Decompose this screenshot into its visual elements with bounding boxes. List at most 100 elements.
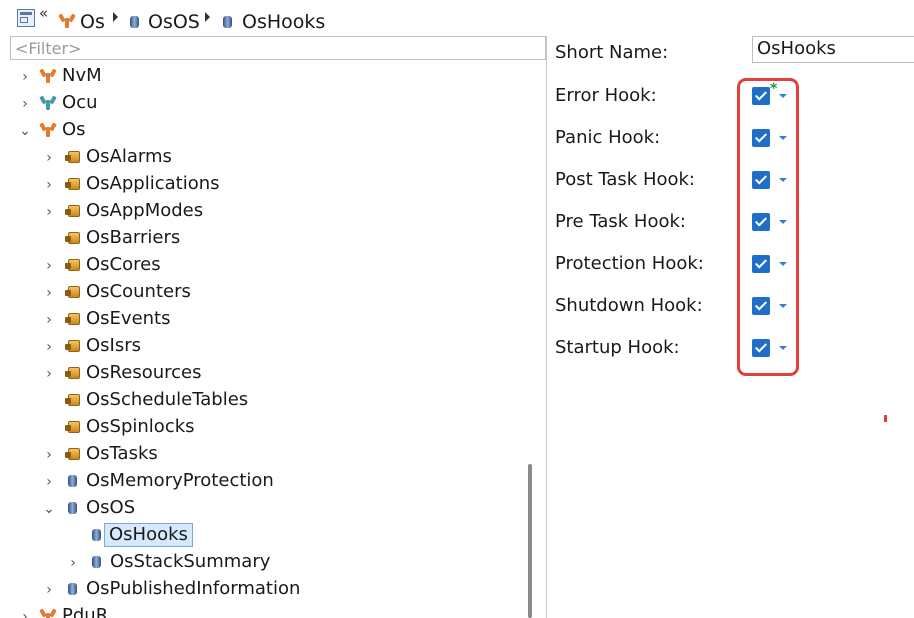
container-icon: [65, 205, 80, 217]
chevron-right-icon[interactable]: ›: [42, 579, 56, 601]
tree-item[interactable]: › Ocu: [10, 91, 530, 118]
config-tree: › NvM › Ocu ⌄ Os › OsAlarms › OsApplications › OsAp…: [10, 64, 534, 618]
tree-item-label: NvM: [62, 65, 102, 86]
tree-item-label: OsResources: [86, 362, 202, 383]
tree-item-label: OsAppModes: [86, 200, 204, 221]
chevron-right-icon[interactable]: ›: [18, 93, 32, 115]
tree-item-label: OsCounters: [86, 281, 191, 302]
tree-item[interactable]: OsHooks: [10, 523, 530, 550]
chevron-down-icon[interactable]: ⌄: [18, 120, 32, 142]
annotation-mark: [884, 415, 887, 422]
breadcrumb-back-icon[interactable]: «: [39, 4, 48, 22]
tree-item-label: OsIsrs: [86, 335, 142, 356]
chevron-right-icon[interactable]: ›: [42, 174, 56, 196]
hook-label: Post Task Hook:: [555, 169, 696, 190]
chevron-right-icon[interactable]: ›: [42, 309, 56, 331]
chevron-right-icon[interactable]: ›: [42, 444, 56, 466]
tree-panel: <Filter> › NvM › Ocu ⌄ Os › OsAlarms › OsApplicat…: [10, 36, 547, 618]
chevron-right-icon[interactable]: ›: [42, 282, 56, 304]
filter-input[interactable]: <Filter>: [10, 36, 546, 60]
hook-label: Shutdown Hook:: [555, 295, 703, 316]
breadcrumb-separator-icon[interactable]: [113, 12, 118, 22]
tree-item-label: OsScheduleTables: [86, 389, 249, 410]
tree-item-label: OsApplications: [86, 173, 220, 194]
tree-item[interactable]: › OsTasks: [10, 442, 530, 469]
container-icon: [65, 421, 80, 433]
tree-item[interactable]: › OsEvents: [10, 307, 530, 334]
tree-item-label: OsStackSummary: [110, 551, 271, 572]
chevron-right-icon[interactable]: ›: [42, 336, 56, 358]
container-icon: [65, 394, 80, 406]
tree-item-label: OsPublishedInformation: [86, 578, 301, 599]
tree-item[interactable]: › OsAppModes: [10, 199, 530, 226]
hook-label: Startup Hook:: [555, 337, 680, 358]
container-icon: [65, 286, 80, 298]
tree-item[interactable]: › OsCores: [10, 253, 530, 280]
tree-item-label: Os: [62, 119, 86, 140]
tree-item[interactable]: OsScheduleTables: [10, 388, 530, 415]
breadcrumb-item-oshooks[interactable]: OsHooks: [242, 10, 325, 34]
cylinder-icon: [223, 16, 232, 28]
tree-item[interactable]: › OsApplications: [10, 172, 530, 199]
hook-label: Protection Hook:: [555, 253, 704, 274]
annotation-highlight-box: [737, 78, 799, 376]
chevron-right-icon[interactable]: ›: [42, 255, 56, 277]
chevron-right-icon[interactable]: ›: [18, 606, 32, 618]
chevron-right-icon[interactable]: ›: [66, 552, 80, 574]
module-icon: [58, 13, 76, 28]
breadcrumb: « Os OsOS OsHooks: [0, 0, 914, 36]
breadcrumb-separator-icon[interactable]: [205, 12, 210, 22]
tree-item[interactable]: › OsStackSummary: [10, 550, 530, 577]
tree-item-label: OsAlarms: [86, 146, 172, 167]
hook-label: Pre Task Hook:: [555, 211, 686, 232]
container-icon: [65, 340, 80, 352]
tree-item[interactable]: › PduR: [10, 604, 530, 618]
editor-view-icon[interactable]: [17, 9, 35, 27]
chevron-right-icon[interactable]: ›: [42, 471, 56, 493]
module-icon: [39, 95, 57, 110]
hook-label: Panic Hook:: [555, 127, 661, 148]
tree-item-label: Ocu: [62, 92, 98, 113]
tree-item[interactable]: OsBarriers: [10, 226, 530, 253]
tree-item[interactable]: › OsResources: [10, 361, 530, 388]
tree-item[interactable]: ⌄ OsOS: [10, 496, 530, 523]
chevron-right-icon[interactable]: ›: [42, 147, 56, 169]
breadcrumb-item-os[interactable]: Os: [80, 10, 105, 34]
chevron-down-icon[interactable]: ⌄: [42, 498, 56, 520]
chevron-right-icon[interactable]: ›: [42, 363, 56, 385]
tree-item[interactable]: › OsMemoryProtection: [10, 469, 530, 496]
tree-scrollbar[interactable]: [528, 464, 532, 618]
container-icon: [65, 259, 80, 271]
tree-item-label: OsBarriers: [86, 227, 181, 248]
tree-item[interactable]: › OsPublishedInformation: [10, 577, 530, 604]
container-icon: [65, 367, 80, 379]
module-icon: [39, 122, 57, 137]
container-icon: [65, 151, 80, 163]
cylinder-icon: [68, 475, 77, 487]
chevron-right-icon[interactable]: ›: [42, 201, 56, 223]
cylinder-icon: [92, 529, 101, 541]
tree-item-label: OsSpinlocks: [86, 416, 195, 437]
tree-item[interactable]: › OsCounters: [10, 280, 530, 307]
short-name-label: Short Name:: [555, 42, 669, 63]
tree-item[interactable]: › OsAlarms: [10, 145, 530, 172]
tree-item-label: PduR: [62, 605, 109, 618]
cylinder-icon: [92, 556, 101, 568]
container-icon: [65, 178, 80, 190]
container-icon: [65, 313, 80, 325]
tree-item-label: OsMemoryProtection: [86, 470, 274, 491]
module-icon: [39, 608, 57, 618]
tree-item-label: OsOS: [86, 497, 136, 518]
tree-item[interactable]: › NvM: [10, 64, 530, 91]
tree-item[interactable]: ⌄ Os: [10, 118, 530, 145]
container-icon: [65, 448, 80, 460]
breadcrumb-item-osos[interactable]: OsOS: [148, 10, 200, 34]
short-name-input[interactable]: OsHooks: [752, 36, 914, 63]
cylinder-icon: [130, 16, 139, 28]
tree-item[interactable]: › OsIsrs: [10, 334, 530, 361]
cylinder-icon: [68, 583, 77, 595]
properties-panel: Short Name: OsHooks Error Hook: * Panic Ho…: [547, 36, 914, 618]
chevron-right-icon[interactable]: ›: [18, 66, 32, 88]
container-icon: [65, 232, 80, 244]
tree-item[interactable]: OsSpinlocks: [10, 415, 530, 442]
